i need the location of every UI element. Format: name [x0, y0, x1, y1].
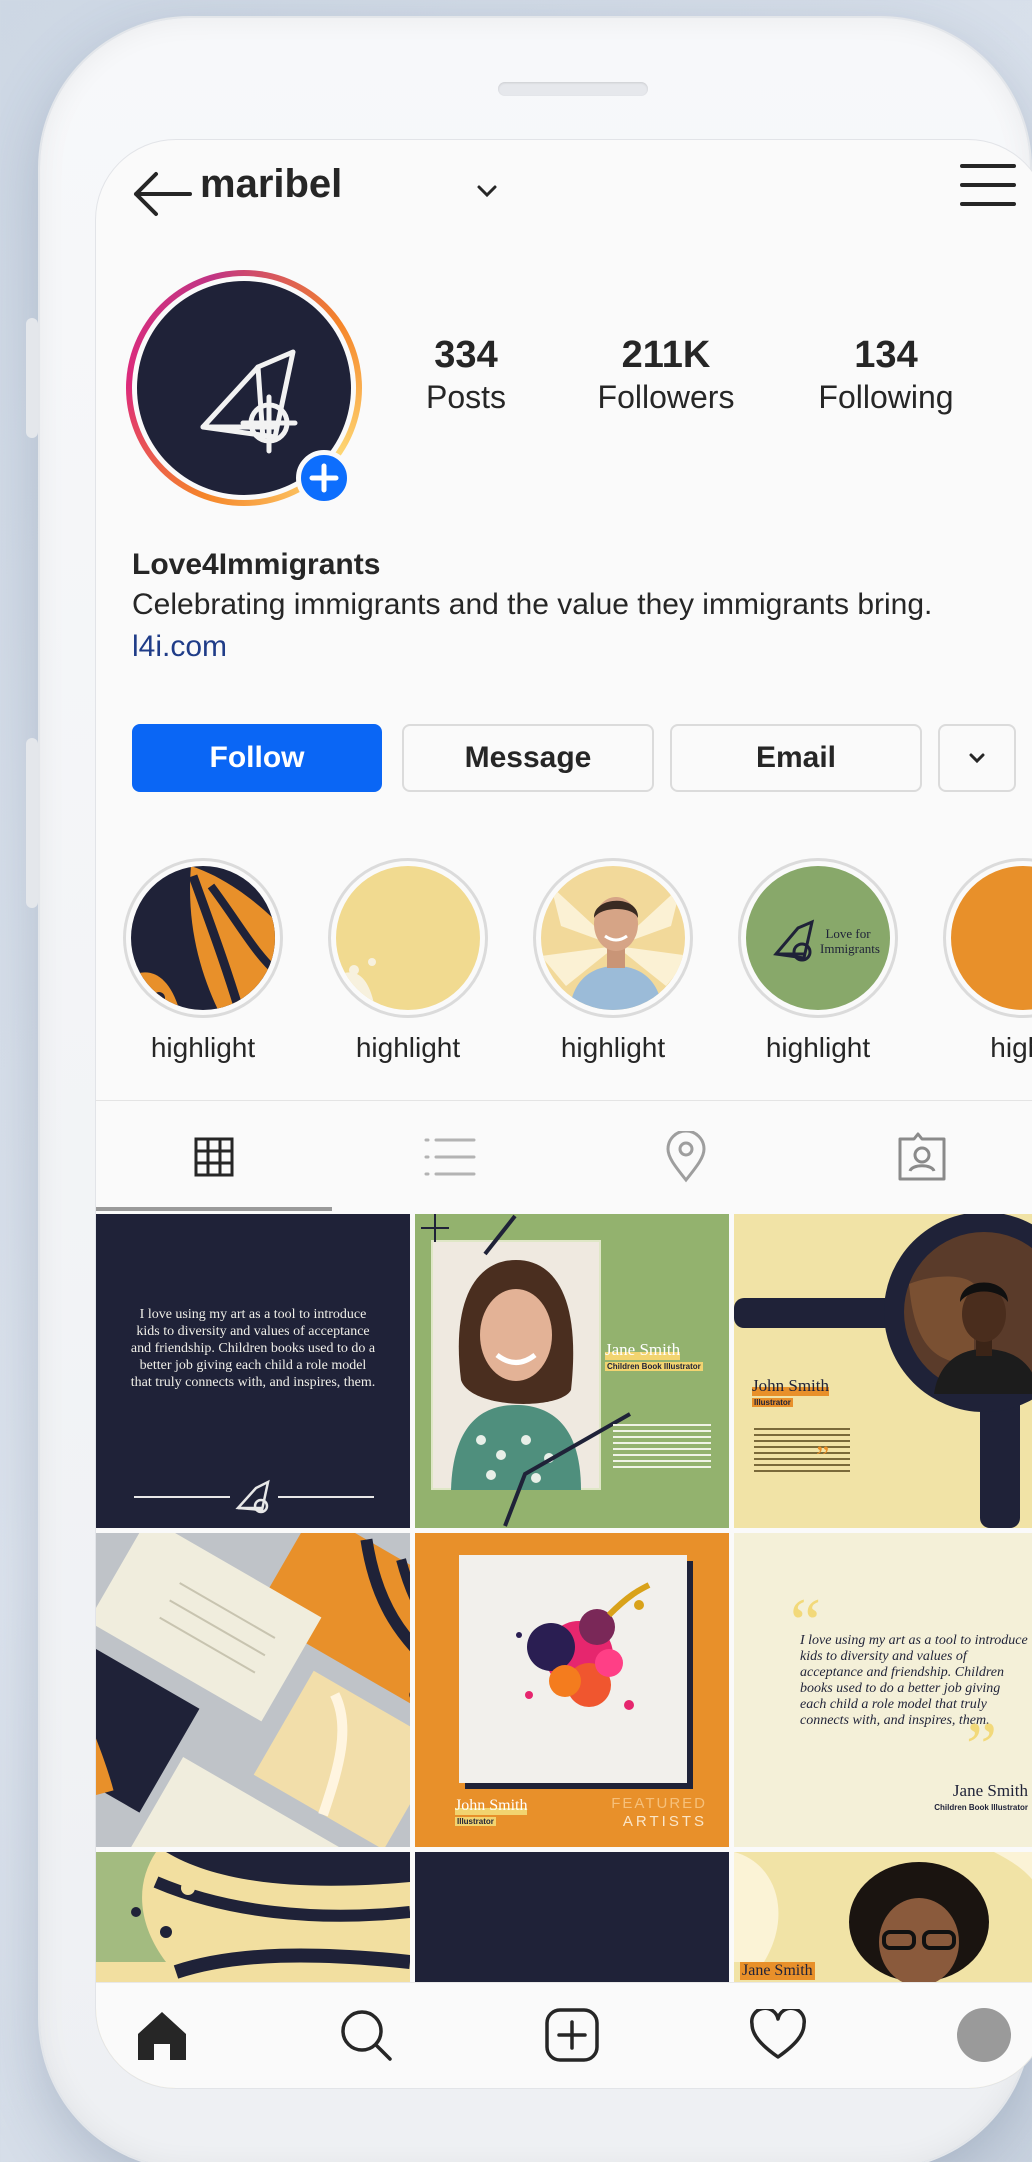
- stat-label: Posts: [425, 379, 507, 415]
- post-john-smith-magnifier[interactable]: John Smith Illustrator ”: [734, 1214, 1032, 1528]
- follow-button[interactable]: Follow: [132, 724, 382, 792]
- stat-label: Followers: [597, 379, 735, 415]
- profile-avatar-icon: [957, 2008, 1011, 2062]
- post-quote-navy[interactable]: I love using my art as a tool to introdu…: [96, 1214, 410, 1528]
- story-highlight[interactable]: highli: [938, 858, 1032, 1064]
- body-text-placeholder: [613, 1424, 711, 1468]
- story-highlight[interactable]: highlight: [323, 858, 493, 1064]
- post-author-title: Children Book Illustrator: [934, 1803, 1028, 1812]
- highlight-man-portrait: [541, 866, 685, 1010]
- back-arrow-icon[interactable]: [130, 164, 194, 224]
- profile-username[interactable]: maribel: [200, 162, 342, 207]
- grid-icon: [194, 1137, 234, 1177]
- suggested-accounts-button[interactable]: [938, 724, 1016, 792]
- body-text-placeholder: [754, 1428, 850, 1472]
- post-author-name: John Smith: [752, 1376, 829, 1396]
- quote-mark: ”: [816, 1440, 830, 1473]
- nav-search[interactable]: [334, 2003, 398, 2067]
- phone-speaker: [498, 82, 648, 96]
- quote-mark: ”: [966, 1709, 998, 1786]
- highlight-yellow-wing: [336, 866, 480, 1010]
- tab-location[interactable]: [568, 1101, 804, 1213]
- post-jane-smith-portrait[interactable]: Jane Smith Children Book Illustrator: [415, 1214, 729, 1528]
- top-bar: maribel: [96, 140, 1032, 240]
- post-author-title: Children Book Illustrator: [605, 1362, 703, 1371]
- nav-activity[interactable]: [746, 2003, 810, 2067]
- divider: [278, 1496, 374, 1498]
- screen: maribel 334 Posts 211K Followers 134 Fol…: [96, 140, 1032, 2088]
- highlight-butterfly-wing: [131, 866, 275, 1010]
- paint-splash-artwork: [516, 1582, 651, 1710]
- phone-frame: maribel 334 Posts 211K Followers 134 Fol…: [26, 18, 1032, 2162]
- nav-profile[interactable]: [952, 2003, 1016, 2067]
- stat-value: 334: [434, 334, 498, 376]
- highlight-logo-text: Love for Immigrants: [820, 926, 880, 956]
- add-story-button[interactable]: [296, 450, 352, 506]
- phone-side-button: [26, 738, 38, 908]
- stat-label: Following: [818, 379, 954, 415]
- post-author-name: Jane Smith: [740, 1962, 815, 1980]
- stat-followers[interactable]: 211K Followers: [566, 334, 766, 416]
- highlight-orange: [951, 866, 1032, 1010]
- profile-tabs: [96, 1100, 1032, 1212]
- heart-icon: [750, 2009, 806, 2059]
- highlight-label: highlight: [765, 1032, 871, 1063]
- post-author-name: Jane Smith: [605, 1340, 681, 1360]
- post-author-name: John Smith: [455, 1797, 528, 1815]
- tagged-person-icon: [898, 1132, 946, 1181]
- active-tab-indicator: [96, 1207, 332, 1211]
- post-quote-cream[interactable]: “ I love using my art as a tool to intro…: [734, 1533, 1032, 1847]
- post-featured-artists[interactable]: John Smith Illustrator FEATURED ARTISTS: [415, 1533, 729, 1847]
- highlight-label: highlight: [150, 1032, 256, 1063]
- decorative-lines: [421, 1214, 631, 1527]
- story-highlight[interactable]: highlight: [528, 858, 698, 1064]
- location-pin-icon: [666, 1131, 706, 1183]
- featured-label: FEATURED: [611, 1795, 707, 1812]
- email-button[interactable]: Email: [670, 724, 922, 792]
- post-postcards-mockup[interactable]: [96, 1533, 410, 1847]
- profile-display-name: Love4Immigrants: [132, 548, 381, 581]
- post-author-title: Illustrator: [752, 1398, 793, 1407]
- story-highlight[interactable]: Love for Immigrants highlight: [733, 858, 903, 1064]
- divider: [134, 1496, 230, 1498]
- brand-logo-icon: [235, 1479, 270, 1514]
- tab-tagged[interactable]: [804, 1101, 1032, 1213]
- stat-posts[interactable]: 334 Posts: [396, 334, 536, 416]
- artists-label: ARTISTS: [622, 1813, 707, 1830]
- highlight-logo: Love for Immigrants: [746, 866, 890, 1010]
- home-icon: [138, 2012, 186, 2060]
- highlight-label: highlight: [560, 1032, 666, 1063]
- highlight-label: highlight: [355, 1032, 461, 1063]
- profile-website-link[interactable]: l4i.com: [132, 630, 227, 664]
- list-icon: [424, 1138, 476, 1176]
- story-highlight[interactable]: highlight: [118, 858, 288, 1064]
- chevron-down-icon[interactable]: [472, 176, 502, 206]
- search-icon: [341, 2010, 392, 2061]
- chevron-down-icon: [969, 753, 985, 764]
- post-author-name: Jane Smith: [952, 1781, 1028, 1800]
- tab-list[interactable]: [332, 1101, 568, 1213]
- stat-following[interactable]: 134 Following: [786, 334, 986, 416]
- phone-side-button: [26, 318, 38, 438]
- post-author-title: Illustrator: [455, 1817, 496, 1826]
- post-quote-text: I love using my art as a tool to introdu…: [130, 1307, 376, 1390]
- bottom-navigation: [96, 1982, 1032, 2088]
- nav-new-post[interactable]: [540, 2003, 604, 2067]
- plus-icon: [309, 463, 339, 493]
- profile-bio: Celebrating immigrants and the value the…: [132, 588, 933, 621]
- nav-home[interactable]: [130, 2003, 194, 2067]
- highlight-label: highli: [990, 1032, 1032, 1063]
- tab-grid[interactable]: [96, 1101, 332, 1213]
- magnifier-portrait: [734, 1214, 1032, 1528]
- postcards-image: [96, 1533, 410, 1847]
- message-button[interactable]: Message: [402, 724, 654, 792]
- stat-value: 211K: [621, 334, 711, 376]
- stat-value: 134: [854, 334, 918, 376]
- add-post-icon: [545, 2008, 599, 2062]
- menu-icon[interactable]: [960, 162, 1016, 208]
